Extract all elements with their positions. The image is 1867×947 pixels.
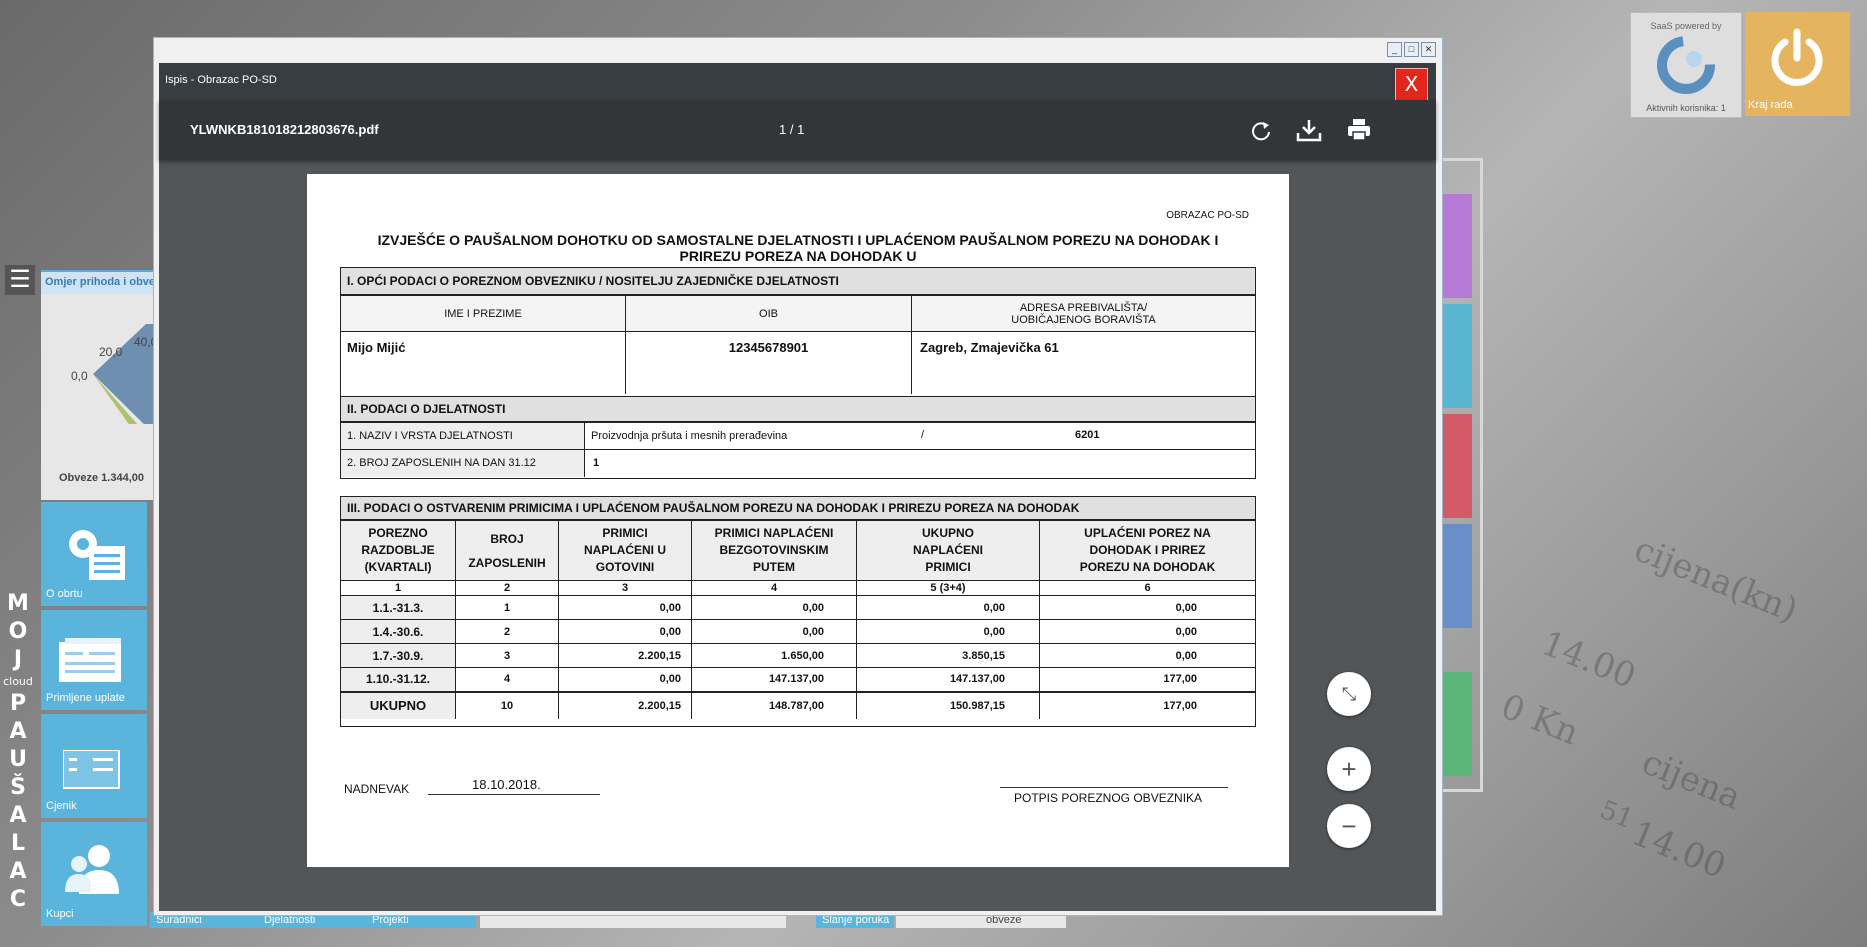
bg-text-4: cijena — [1636, 742, 1747, 818]
brand-logo: MOJ cloud PAUŠ ALAC — [3, 591, 33, 912]
income-ratio-widget: Omjer prihoda i obveza 0,0 20,0 40,0 Obv… — [41, 270, 154, 500]
maximize-icon[interactable]: □ — [1404, 42, 1419, 57]
rotate-icon[interactable] — [1247, 116, 1275, 144]
tile-primljene-uplate[interactable]: Primljene uplate — [41, 610, 147, 710]
tile-label: Kupci — [46, 908, 74, 920]
zoom-in-button[interactable]: + — [1327, 747, 1371, 791]
quarter-row-1: 1.1.-31.3. 1 0,00 0,00 0,00 0,00 — [341, 595, 1255, 620]
income-table: POREZNO RAZDOBLJE (KVARTALI) BROJ ZAPOSLENI… — [341, 520, 1255, 719]
col-total: UKUPNO NAPLAĆENI PRIMICI — [856, 520, 1040, 581]
zoom-out-button[interactable]: − — [1327, 804, 1371, 848]
quarter-row-4: 1.10.-31.12. 4 0,00 147.137,00 147.137,0… — [341, 667, 1255, 692]
column-numbers-row: 1 2 3 4 5 (3+4) 6 — [341, 580, 1255, 596]
widget-title: Omjer prihoda i obveza — [41, 272, 154, 294]
bg-text-6: 14.00 — [1626, 813, 1732, 887]
gauge-label-0: 0,0 — [71, 369, 88, 383]
col-cash: PRIMICI NAPLAĆENI U GOTOVINI — [558, 520, 692, 581]
activity-name-label: 1. NAZIV I VRSTA DJELATNOSTI — [341, 422, 585, 450]
window-title: Ispis - Obrazac PO-SD — [165, 74, 277, 86]
bg-text-1: cijena(kn) — [1628, 529, 1804, 631]
section1-header: I. OPĆI PODACI O POREZNOM OBVEZNIKU / NO… — [341, 268, 1255, 295]
download-icon[interactable] — [1295, 116, 1323, 144]
settings-list-icon — [69, 530, 125, 580]
logout-button[interactable]: Kraj rada — [1745, 12, 1850, 116]
employees-label: 2. BROJ ZAPOSLENIH NA DAN 31.12 — [341, 449, 585, 477]
col-address-header: ADRESA PREBIVALIŠTA/UOBIČAJENOG BORAVIŠT… — [911, 295, 1255, 332]
form-code: OBRAZAC PO-SD — [1166, 210, 1249, 221]
pdf-toolbar: YLWNKB181018212803676.pdf 1 / 1 — [159, 100, 1436, 160]
tile-label: Cjenik — [46, 800, 77, 812]
bg-text-5: 51 — [1595, 794, 1638, 836]
active-users: Aktivnih korisnika: 1 — [1646, 103, 1726, 113]
col-employees: BROJ ZAPOSLENIH — [455, 520, 559, 581]
activity-name-value: Proizvodnja pršuta i mesnih prerađevina — [591, 430, 788, 442]
pdf-page: OBRAZAC PO-SD IZVJEŠĆE O PAUŠALNOM DOHOT… — [307, 174, 1289, 867]
section3-header: III. PODACI O OSTVARENIM PRIMICIMA I UPL… — [341, 497, 1255, 520]
pdf-viewer: YLWNKB181018212803676.pdf 1 / 1 OBRAZAC … — [159, 100, 1436, 911]
tile-o-obrtu[interactable]: O obrtu — [41, 502, 147, 606]
signature-line — [1000, 787, 1228, 788]
bg-text-2: 14.00 — [1536, 623, 1642, 697]
power-icon — [1771, 28, 1823, 86]
po-sd-form: OBRAZAC PO-SD IZVJEŠĆE O PAUŠALNOM DOHOT… — [307, 174, 1289, 867]
activity-table: 1. NAZIV I VRSTA DJELATNOSTI Proizvodnja… — [341, 422, 1255, 477]
date-label: NADNEVAK — [344, 782, 410, 796]
tile-kupci[interactable]: Kupci — [41, 822, 147, 926]
signature-label: POTPIS POREZNOG OBVEZNIKA — [1014, 791, 1203, 805]
taxpayer-table: IME I PREZIME OIB ADRESA PREBIVALIŠTA/UO… — [341, 295, 1255, 394]
col-name-header: IME I PREZIME — [341, 295, 626, 332]
date-line — [428, 794, 600, 795]
price-list-icon — [63, 750, 120, 789]
taxpayer-oib: 12345678901 — [625, 331, 912, 394]
activity-name-row: Proizvodnja pršuta i mesnih prerađevina … — [584, 422, 1255, 450]
print-icon[interactable] — [1345, 116, 1373, 144]
saas-box: SaaS powered by Aktivnih korisnika: 1 — [1630, 12, 1742, 118]
logout-label: Kraj rada — [1748, 99, 1793, 111]
activity-code: 6201 — [1075, 429, 1100, 441]
payment-form-icon — [59, 638, 121, 682]
pdf-filename: YLWNKB181018212803676.pdf — [190, 122, 379, 137]
col-period: POREZNO RAZDOBLJE (KVARTALI) — [341, 520, 456, 581]
taxpayer-name: Mijo Mijić — [341, 331, 626, 394]
tile-label: O obrtu — [46, 588, 83, 600]
gauge-label-40: 40,0 — [134, 335, 154, 349]
tile-cjenik[interactable]: Cjenik — [41, 714, 147, 818]
close-window-icon[interactable]: ✕ — [1421, 42, 1436, 57]
saas-logo-icon — [1657, 36, 1715, 94]
total-row: UKUPNO 10 2.200,15 148.787,00 150.987,15… — [341, 691, 1255, 719]
close-button[interactable]: X — [1395, 68, 1428, 101]
gauge-chart: 0,0 20,0 40,0 — [71, 324, 154, 424]
taxpayer-address: Zagreb, Zmajevička 61 — [911, 331, 1255, 394]
section-income: III. PODACI O OSTVARENIM PRIMICIMA I UPL… — [340, 496, 1256, 727]
col-tax-paid: UPLAĆENI POREZ NA DOHODAK I PRIREZ POREZU … — [1039, 520, 1255, 581]
print-window: _ □ ✕ Ispis - Obrazac PO-SD X YLWNKB1810… — [153, 37, 1443, 916]
col-cashless: PRIMICI NAPLAĆENI BEZGOTOVINSKIM PUTEM — [691, 520, 857, 581]
minimize-icon[interactable]: _ — [1387, 42, 1402, 57]
bg-text-3: 0 Kn — [1495, 686, 1585, 754]
quarter-row-2: 1.4.-30.6. 2 0,00 0,00 0,00 0,00 — [341, 619, 1255, 644]
window-titlebar: Ispis - Obrazac PO-SD X — [159, 63, 1436, 101]
gauge-label-20: 20,0 — [99, 345, 123, 359]
date-value: 18.10.2018. — [472, 777, 541, 792]
page-indicator: 1 / 1 — [779, 122, 805, 137]
col-oib-header: OIB — [625, 295, 912, 332]
form-title: IZVJEŠĆE O PAUŠALNOM DOHOTKU OD SAMOSTAL… — [377, 232, 1219, 264]
widget-footer: Obveze 1.344,00 — [59, 472, 145, 484]
window-controls: _ □ ✕ — [1387, 42, 1436, 57]
saas-text: SaaS powered by — [1650, 21, 1722, 31]
activity-separator: / — [921, 429, 925, 441]
section-general-data: I. OPĆI PODACI O POREZNOM OBVEZNIKU / NO… — [340, 267, 1256, 398]
fit-page-button[interactable]: ⤡ — [1327, 672, 1371, 716]
section-activity: II. PODACI O DJELATNOSTI 1. NAZIV I VRST… — [340, 396, 1256, 479]
hamburger-menu-icon[interactable]: ☰ — [5, 265, 35, 295]
quarter-row-3: 1.7.-30.9. 3 2.200,15 1.650,00 3.850,15 … — [341, 643, 1255, 668]
income-table-header: POREZNO RAZDOBLJE (KVARTALI) BROJ ZAPOSLENI… — [341, 520, 1255, 581]
customers-icon — [65, 845, 119, 894]
employees-value: 1 — [584, 449, 1255, 477]
section2-header: II. PODACI O DJELATNOSTI — [341, 397, 1255, 422]
tile-label: Primljene uplate — [46, 692, 125, 704]
